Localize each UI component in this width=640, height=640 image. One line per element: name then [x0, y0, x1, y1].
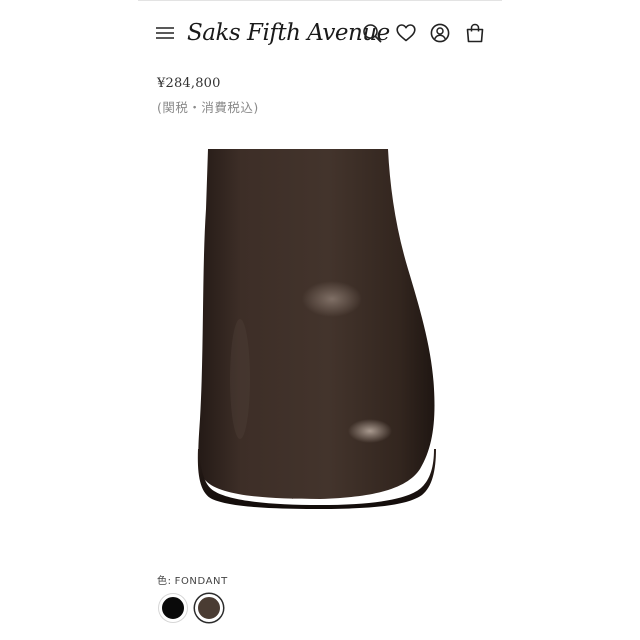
selected-color-name: FONDANT — [174, 576, 228, 587]
hamburger-menu-icon — [156, 27, 174, 39]
top-divider — [138, 0, 502, 1]
heart-icon — [396, 24, 416, 42]
account-button[interactable] — [429, 22, 451, 44]
search-icon — [363, 24, 382, 43]
color-label: 色: FONDANT — [157, 572, 228, 587]
shopping-bag-button[interactable] — [464, 22, 486, 44]
color-swatch-fondant[interactable] — [195, 594, 223, 622]
search-button[interactable] — [361, 22, 383, 44]
product-price: ¥284,800 — [157, 76, 221, 91]
wishlist-button[interactable] — [395, 22, 417, 44]
shopping-bag-icon — [466, 23, 484, 43]
product-page: Saks Fifth Avenue ¥284,800 (関税・消費税込) 色: … — [0, 0, 640, 640]
site-logo[interactable]: Saks Fifth Avenue — [187, 16, 390, 50]
boot-image — [197, 149, 436, 509]
color-label-separator: : — [167, 576, 172, 587]
color-label-prefix: 色 — [157, 576, 168, 587]
site-header: Saks Fifth Avenue — [0, 14, 640, 52]
menu-button[interactable] — [155, 24, 175, 42]
user-account-icon — [430, 23, 450, 43]
color-swatch-black[interactable] — [159, 594, 187, 622]
product-image[interactable] — [180, 149, 460, 509]
tax-included-note: (関税・消費税込) — [157, 100, 259, 115]
